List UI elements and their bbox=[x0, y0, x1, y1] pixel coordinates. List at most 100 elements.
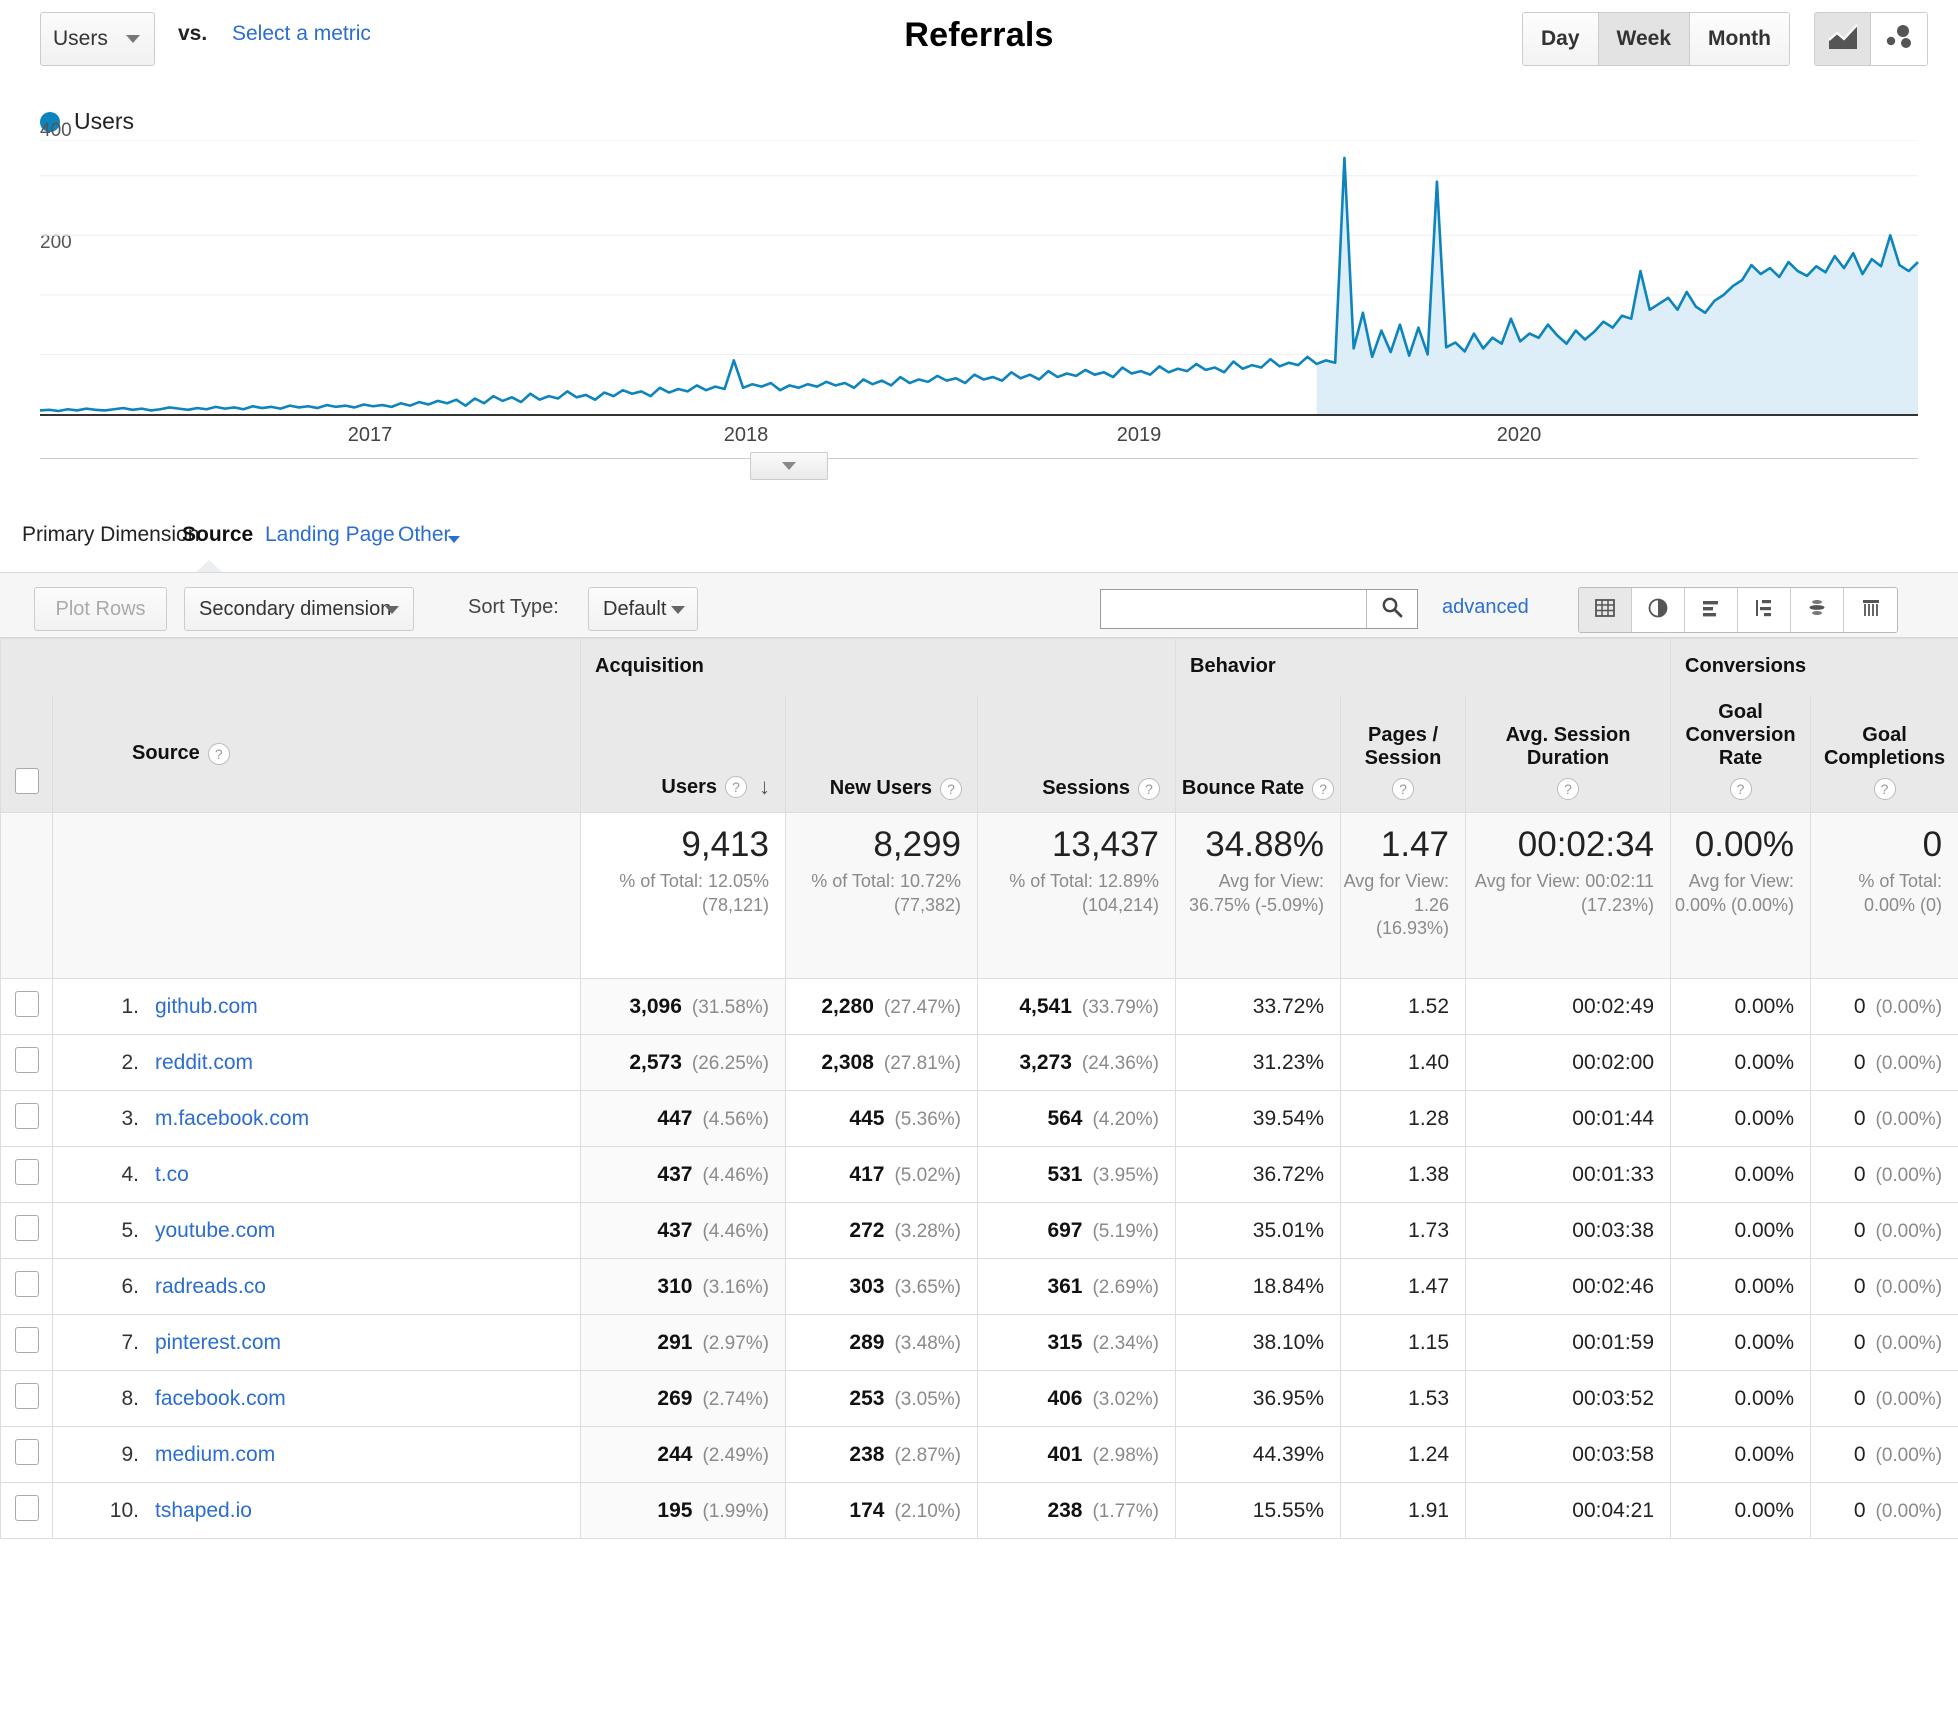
sort-type-select[interactable]: Default bbox=[588, 587, 698, 631]
table-row[interactable]: 5. youtube.com 437 (4.46%) 272 (3.28%) 697 (5.1… bbox=[0, 1202, 1958, 1259]
row-checkbox[interactable] bbox=[14, 1382, 39, 1409]
granularity-week-button[interactable]: Week bbox=[1598, 13, 1691, 65]
row-users-value: 437 bbox=[657, 1218, 693, 1242]
help-icon[interactable]: ? bbox=[940, 777, 962, 800]
row-index: 5. bbox=[121, 1218, 139, 1242]
help-icon[interactable]: ? bbox=[1392, 778, 1415, 800]
row-select-cell[interactable] bbox=[0, 1370, 53, 1427]
row-source-link[interactable]: m.facebook.com bbox=[155, 1107, 309, 1130]
table-row[interactable]: 2. reddit.com 2,573 (26.25%) 2,308 (27.81%) 3,… bbox=[0, 1034, 1958, 1091]
performance-view-button[interactable] bbox=[1685, 588, 1738, 632]
help-icon[interactable]: ? bbox=[1312, 777, 1335, 800]
row-source-link[interactable]: youtube.com bbox=[155, 1219, 275, 1242]
granularity-month-button[interactable]: Month bbox=[1690, 13, 1789, 65]
row-checkbox[interactable] bbox=[14, 1102, 39, 1129]
row-checkbox[interactable] bbox=[14, 1438, 39, 1465]
row-index: 7. bbox=[121, 1330, 139, 1354]
pivot-view-button[interactable] bbox=[1844, 588, 1897, 632]
row-select-cell[interactable] bbox=[0, 1426, 53, 1483]
help-icon[interactable]: ? bbox=[207, 742, 230, 765]
term-cloud-button[interactable] bbox=[1791, 588, 1844, 632]
row-source-link[interactable]: reddit.com bbox=[155, 1051, 253, 1074]
row-checkbox[interactable] bbox=[14, 1270, 39, 1297]
row-source-link[interactable]: facebook.com bbox=[155, 1387, 286, 1410]
chart-expand-handle[interactable] bbox=[750, 452, 828, 480]
row-select-cell[interactable] bbox=[0, 1258, 53, 1315]
row-source-link[interactable]: radreads.co bbox=[155, 1275, 266, 1298]
row-checkbox[interactable] bbox=[14, 1046, 39, 1073]
row-source-link[interactable]: pinterest.com bbox=[155, 1331, 281, 1354]
table-row[interactable]: 7. pinterest.com 291 (2.97%) 289 (3.48%) 315 (2… bbox=[0, 1314, 1958, 1371]
percentage-view-button[interactable] bbox=[1632, 588, 1685, 632]
granularity-day-button[interactable]: Day bbox=[1523, 13, 1599, 65]
table-search-box[interactable] bbox=[1100, 589, 1418, 629]
table-row[interactable]: 9. medium.com 244 (2.49%) 238 (2.87%) 401 (2.98… bbox=[0, 1426, 1958, 1483]
row-checkbox[interactable] bbox=[14, 1214, 39, 1241]
column-header-new-users[interactable]: New Users ? bbox=[785, 694, 978, 813]
sort-descending-icon[interactable]: ↓ bbox=[759, 774, 770, 800]
line-chart-button[interactable] bbox=[1815, 13, 1871, 65]
row-source-link[interactable]: medium.com bbox=[155, 1443, 275, 1466]
row-checkbox[interactable] bbox=[14, 990, 39, 1017]
summary-value-avg-session-duration: 00:02:34 bbox=[1517, 825, 1655, 864]
row-avg-session-duration-value: 00:01:33 bbox=[1572, 1162, 1655, 1186]
row-select-cell[interactable] bbox=[0, 1202, 53, 1259]
motion-chart-button[interactable] bbox=[1871, 13, 1927, 65]
row-select-cell[interactable] bbox=[0, 978, 53, 1035]
row-checkbox[interactable] bbox=[14, 1494, 39, 1521]
row-checkbox[interactable] bbox=[14, 1158, 39, 1185]
table-row[interactable]: 8. facebook.com 269 (2.74%) 253 (3.05%) 406 (3.… bbox=[0, 1370, 1958, 1427]
column-header-pages-session[interactable]: Pages / Session ? bbox=[1340, 694, 1467, 813]
row-goal-conversion-rate-value: 0.00% bbox=[1734, 1106, 1795, 1130]
row-source-link[interactable]: tshaped.io bbox=[155, 1499, 252, 1522]
users-timeseries-chart[interactable] bbox=[0, 140, 1958, 414]
column-header-bounce-rate[interactable]: Bounce Rate ? bbox=[1175, 694, 1342, 813]
chart-scrubber-track[interactable] bbox=[40, 458, 1918, 470]
primary-dimension-landing-page[interactable]: Landing Page bbox=[265, 523, 395, 547]
help-icon[interactable]: ? bbox=[1873, 778, 1896, 800]
table-row[interactable]: 3. m.facebook.com 447 (4.56%) 445 (5.36%) 564 (… bbox=[0, 1090, 1958, 1147]
select-all-checkbox[interactable] bbox=[14, 768, 39, 794]
help-icon[interactable]: ? bbox=[1729, 778, 1752, 800]
row-sessions-cell: 361 (2.69%) bbox=[976, 1258, 1177, 1315]
primary-dimension-other[interactable]: Other bbox=[398, 523, 451, 547]
row-bounce-rate-cell: 33.72% bbox=[1175, 978, 1342, 1035]
table-row[interactable]: 4. t.co 437 (4.46%) 417 (5.02%) 531 (3.95%) 36.7… bbox=[0, 1146, 1958, 1203]
row-select-cell[interactable] bbox=[0, 1146, 53, 1203]
row-index: 10. bbox=[109, 1498, 139, 1522]
row-select-cell[interactable] bbox=[0, 1090, 53, 1147]
row-users-cell: 2,573 (26.25%) bbox=[580, 1034, 786, 1091]
column-header-sessions[interactable]: Sessions ? bbox=[976, 694, 1177, 813]
help-icon[interactable]: ? bbox=[1138, 777, 1161, 800]
table-row[interactable]: 1. github.com 3,096 (31.58%) 2,280 (27.47%) 4,… bbox=[0, 978, 1958, 1035]
search-button[interactable] bbox=[1366, 590, 1417, 628]
search-input[interactable] bbox=[1101, 590, 1366, 628]
select-all-header[interactable] bbox=[0, 694, 53, 813]
table-row[interactable]: 6. radreads.co 310 (3.16%) 303 (3.65%) 361 (2.6… bbox=[0, 1258, 1958, 1315]
row-select-cell[interactable] bbox=[0, 1314, 53, 1371]
table-row[interactable]: 10. tshaped.io 195 (1.99%) 174 (2.10%) 238 (1.7… bbox=[0, 1482, 1958, 1539]
row-users-value: 269 bbox=[657, 1386, 693, 1410]
table-column-header-row: Source ? Users ? ↓ New Users ? Sessions … bbox=[0, 694, 1958, 813]
table-view-button[interactable] bbox=[1579, 588, 1632, 632]
primary-dimension-source[interactable]: Source bbox=[182, 523, 253, 547]
plot-rows-button[interactable]: Plot Rows bbox=[34, 587, 167, 631]
row-sessions-value: 238 bbox=[1047, 1498, 1083, 1522]
y-axis-tick-400: 400 bbox=[40, 120, 72, 141]
row-select-cell[interactable] bbox=[0, 1482, 53, 1539]
performance-view-icon bbox=[1699, 596, 1723, 625]
row-checkbox[interactable] bbox=[14, 1326, 39, 1353]
comparison-view-button[interactable] bbox=[1738, 588, 1791, 632]
row-source-link[interactable]: github.com bbox=[155, 995, 258, 1018]
secondary-dimension-button[interactable]: Secondary dimension bbox=[184, 587, 414, 631]
advanced-filter-link[interactable]: advanced bbox=[1442, 596, 1529, 619]
help-icon[interactable]: ? bbox=[1557, 778, 1580, 800]
help-icon[interactable]: ? bbox=[725, 776, 747, 798]
column-header-users[interactable]: Users ? ↓ bbox=[580, 694, 786, 813]
column-header-goal-completions[interactable]: Goal Completions ? bbox=[1810, 694, 1958, 813]
column-header-avg-session-duration[interactable]: Avg. Session Duration ? bbox=[1465, 694, 1672, 813]
row-source-link[interactable]: t.co bbox=[155, 1163, 189, 1186]
row-select-cell[interactable] bbox=[0, 1034, 53, 1091]
column-header-source[interactable]: Source ? bbox=[52, 694, 581, 813]
column-header-goal-conversion-rate[interactable]: Goal Conversion Rate ? bbox=[1670, 694, 1812, 813]
